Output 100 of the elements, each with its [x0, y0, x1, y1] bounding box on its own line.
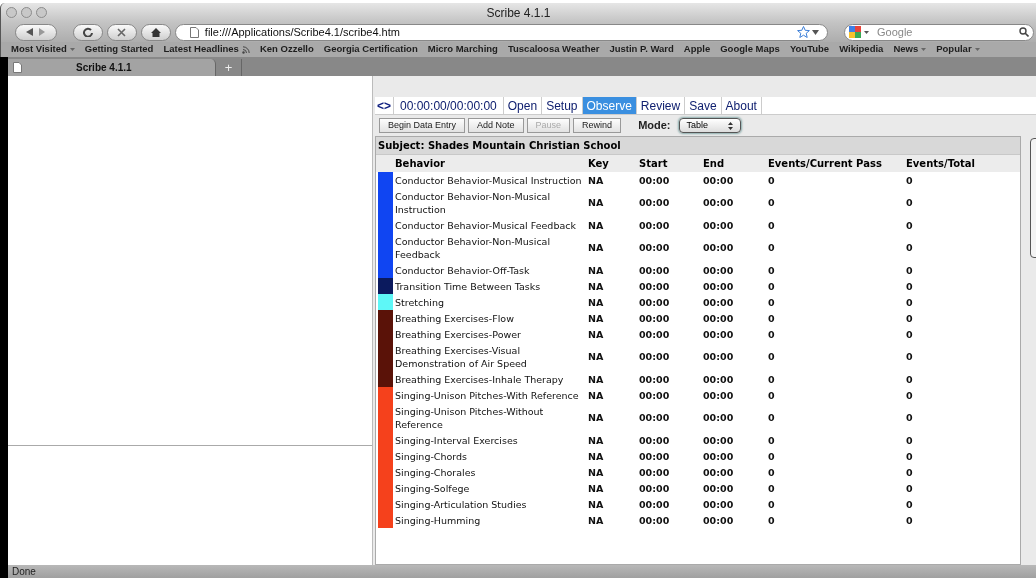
table-cell-text: 0 — [767, 433, 776, 448]
table-cell-text: 00:00 — [638, 218, 671, 233]
table-cell-text: Singing-Chords — [394, 449, 469, 464]
table-cell-text: 0 — [905, 513, 914, 528]
bookmark-link[interactable]: Ken Ozzello — [259, 42, 314, 57]
table-cell-text: Singing-Chorales — [394, 465, 477, 480]
table-cell-text: 0 — [905, 481, 914, 496]
table-cell-text: 0 — [905, 465, 914, 480]
bookmark-link[interactable]: YouTube — [789, 42, 830, 57]
close-icon — [117, 27, 127, 37]
table-cell-text: 00:00 — [638, 411, 671, 425]
table-cell-text: 0 — [905, 263, 914, 278]
bookmark-link[interactable]: Georgia Certification — [323, 42, 418, 57]
forward-icon — [39, 28, 46, 36]
table-cell-text: 0 — [905, 327, 914, 342]
search-field[interactable]: Google — [844, 23, 1034, 41]
table-cell-text: NA — [587, 279, 605, 294]
table-cell-text: 0 — [767, 465, 776, 480]
table-cell-text: 00:00 — [638, 241, 671, 255]
table-cell-text: NA — [587, 449, 605, 464]
bookmark-link[interactable]: Wikipedia — [839, 42, 884, 57]
table-cell-text: 00:00 — [638, 372, 671, 387]
table-cell-text: NA — [587, 350, 605, 364]
window-title: Scribe 4.1.1 — [486, 4, 551, 22]
table-cell-text: Singing-Interval Exercises — [394, 433, 519, 448]
column-header[interactable]: Key — [587, 156, 638, 171]
table-cell-text: 00:00 — [638, 263, 671, 278]
table-cell-text: 00:00 — [702, 372, 735, 387]
column-header[interactable]: Events/Total — [905, 156, 1015, 171]
column-header[interactable]: Behavior — [394, 156, 587, 171]
table-cell-text: 0 — [905, 388, 914, 403]
table-cell-text: 00:00 — [702, 311, 735, 326]
table-cell-text: 0 — [767, 497, 776, 512]
column-header[interactable]: End — [702, 156, 767, 171]
subject-heading: Subject: Shades Mountain Christian School — [376, 137, 1020, 155]
mode-select[interactable]: Table — [678, 118, 741, 133]
table-cell-text: NA — [587, 433, 605, 448]
bookmark-link[interactable]: Google Maps — [720, 42, 780, 57]
toggle-link[interactable]: <> — [375, 97, 394, 114]
table-cell-text: NA — [587, 372, 605, 387]
table-cell-text: 0 — [905, 311, 914, 326]
table-cell-text: 00:00 — [638, 497, 671, 512]
table-cell-text: NA — [587, 481, 605, 496]
table-cell-text: 00:00 — [702, 350, 735, 364]
table-cell-text: 00:00 — [638, 311, 671, 326]
table-cell-text: 0 — [767, 513, 776, 528]
stop-button[interactable] — [106, 23, 137, 41]
table-cell-text: 00:00 — [702, 279, 735, 294]
table-cell-text: Transition Time Between Tasks — [394, 279, 542, 294]
browser-tab[interactable]: Scribe 4.1.1 — [8, 59, 216, 76]
table-cell-text: 0 — [767, 279, 776, 294]
search-icon[interactable] — [1019, 27, 1029, 37]
status-text: Done — [12, 565, 36, 578]
bookmark-link[interactable]: Popular — [936, 42, 980, 57]
caret-icon — [69, 48, 75, 51]
home-button[interactable] — [140, 23, 171, 41]
column-header[interactable]: Start — [638, 156, 702, 171]
bookmark-link[interactable]: Justin P. Ward — [609, 42, 674, 57]
caret-icon[interactable] — [812, 29, 819, 35]
timer-display: 00:00:00/00:00:00 — [394, 97, 504, 114]
table-cell-text: 0 — [767, 263, 776, 278]
search-input[interactable]: Google — [877, 23, 1019, 41]
table-cell-text: 0 — [905, 196, 914, 210]
table-cell-text: 0 — [767, 388, 776, 403]
bookmark-link[interactable]: Tuscaloosa Weather — [507, 42, 600, 57]
toolbar-button[interactable]: Add Note — [468, 118, 524, 133]
table-cell-text: 00:00 — [638, 388, 671, 403]
reload-button[interactable] — [72, 23, 103, 41]
table-cell-text: 0 — [767, 241, 776, 255]
table-cell-text: NA — [587, 497, 605, 512]
address-field[interactable]: file:///Applications/Scribe4.1/scribe4.htm — [174, 23, 828, 41]
table-cell-text: 0 — [767, 327, 776, 342]
table-cell-text: Singing-Unison Pitches-Without Reference — [394, 404, 545, 432]
table-cell-text: 0 — [767, 481, 776, 496]
back-forward-button[interactable] — [15, 23, 57, 41]
search-engine-icon[interactable] — [849, 25, 871, 39]
bookmark-link[interactable]: News — [893, 42, 927, 57]
star-icon[interactable] — [797, 26, 810, 38]
bookmark-link[interactable]: Micro Marching — [427, 42, 498, 57]
bookmark-link[interactable]: Getting Started — [84, 42, 154, 57]
table-cell-text: 0 — [767, 372, 776, 387]
table-cell-text: Singing-Unison Pitches-With Reference — [394, 388, 580, 403]
table-cell-text: 0 — [767, 311, 776, 326]
column-header[interactable]: Events/Current Pass — [767, 156, 905, 171]
table-cell-text: 00:00 — [638, 513, 671, 528]
table-cell-text: 00:00 — [702, 449, 735, 464]
bookmark-link[interactable]: Most Visited — [11, 42, 75, 57]
table-cell-text: 00:00 — [638, 449, 671, 464]
bookmark-link[interactable]: Latest Headlines — [163, 42, 250, 57]
table-cell-text: 00:00 — [638, 196, 671, 210]
bookmark-link[interactable]: Apple — [683, 42, 711, 57]
table-cell-text: 00:00 — [702, 481, 735, 496]
table-cell-text: 0 — [905, 295, 914, 310]
page-icon — [13, 62, 22, 73]
table-cell-text: 0 — [767, 350, 776, 364]
toolbar-button[interactable]: Begin Data Entry — [379, 118, 466, 133]
table-cell-text: NA — [587, 218, 605, 233]
table-cell-text: 0 — [905, 218, 914, 233]
toolbar-button[interactable]: Rewind — [573, 118, 622, 133]
table-cell-text: 0 — [767, 196, 776, 210]
